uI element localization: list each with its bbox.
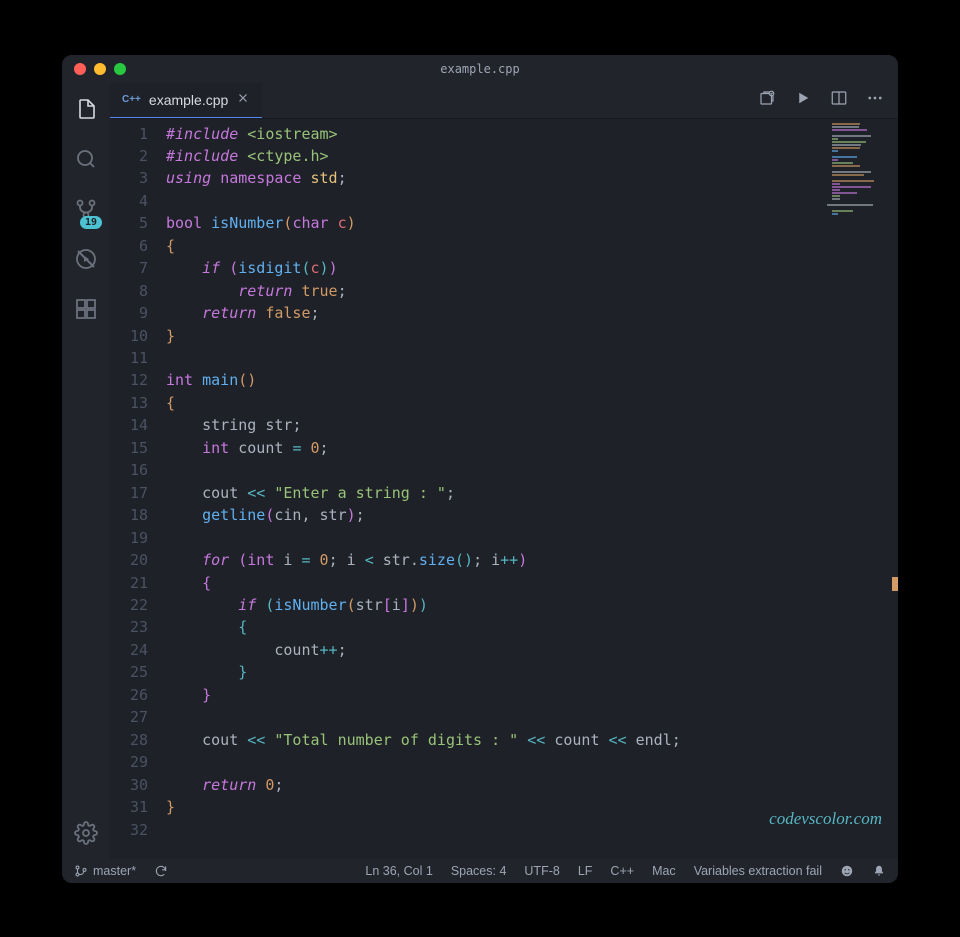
more-actions-icon[interactable] [866, 89, 884, 111]
status-feedback-icon[interactable] [840, 864, 854, 878]
status-bar: master* Ln 36, Col 1 Spaces: 4 UTF-8 LF … [62, 859, 898, 883]
status-encoding[interactable]: UTF-8 [524, 864, 559, 878]
minimize-window-button[interactable] [94, 63, 106, 75]
code-editor[interactable]: 1234567891011121314151617181920212223242… [110, 119, 898, 859]
tab-filename: example.cpp [149, 92, 228, 108]
status-git-branch[interactable]: master* [74, 864, 136, 878]
tab-example-cpp[interactable]: C++ example.cpp [110, 83, 262, 118]
extensions-icon[interactable] [72, 295, 100, 323]
run-icon[interactable] [794, 89, 812, 111]
tab-bar: C++ example.cpp [110, 83, 898, 119]
titlebar: example.cpp [62, 55, 898, 83]
source-control-icon[interactable]: 19 [72, 195, 100, 223]
line-number-gutter: 1234567891011121314151617181920212223242… [110, 119, 166, 859]
watermark: codevscolor.com [769, 809, 882, 829]
settings-gear-icon[interactable] [72, 819, 100, 847]
debug-icon[interactable] [72, 245, 100, 273]
status-language[interactable]: C++ [610, 864, 634, 878]
code-content[interactable]: #include <iostream>#include <ctype.h>usi… [166, 119, 898, 859]
scm-badge: 19 [80, 216, 102, 229]
search-icon[interactable] [72, 145, 100, 173]
close-window-button[interactable] [74, 63, 86, 75]
status-branch-label: master* [93, 864, 136, 878]
overview-ruler-marker [892, 577, 898, 591]
status-indentation[interactable]: Spaces: 4 [451, 864, 507, 878]
tab-close-icon[interactable] [236, 91, 250, 108]
split-editor-icon[interactable] [830, 89, 848, 111]
activity-bar: 19 [62, 83, 110, 859]
traffic-lights [62, 63, 126, 75]
status-problem[interactable]: Variables extraction fail [694, 864, 822, 878]
status-bell-icon[interactable] [872, 864, 886, 878]
tab-lang-badge: C++ [122, 94, 141, 105]
editor-area: C++ example.cpp [110, 83, 898, 859]
status-eol[interactable]: LF [578, 864, 593, 878]
status-cursor-position[interactable]: Ln 36, Col 1 [365, 864, 432, 878]
vscode-window: example.cpp 19 [62, 55, 898, 883]
status-sync-icon[interactable] [154, 864, 168, 878]
status-os[interactable]: Mac [652, 864, 676, 878]
maximize-window-button[interactable] [114, 63, 126, 75]
editor-actions [758, 83, 898, 118]
window-title: example.cpp [62, 62, 898, 76]
explorer-icon[interactable] [72, 95, 100, 123]
compare-changes-icon[interactable] [758, 89, 776, 111]
